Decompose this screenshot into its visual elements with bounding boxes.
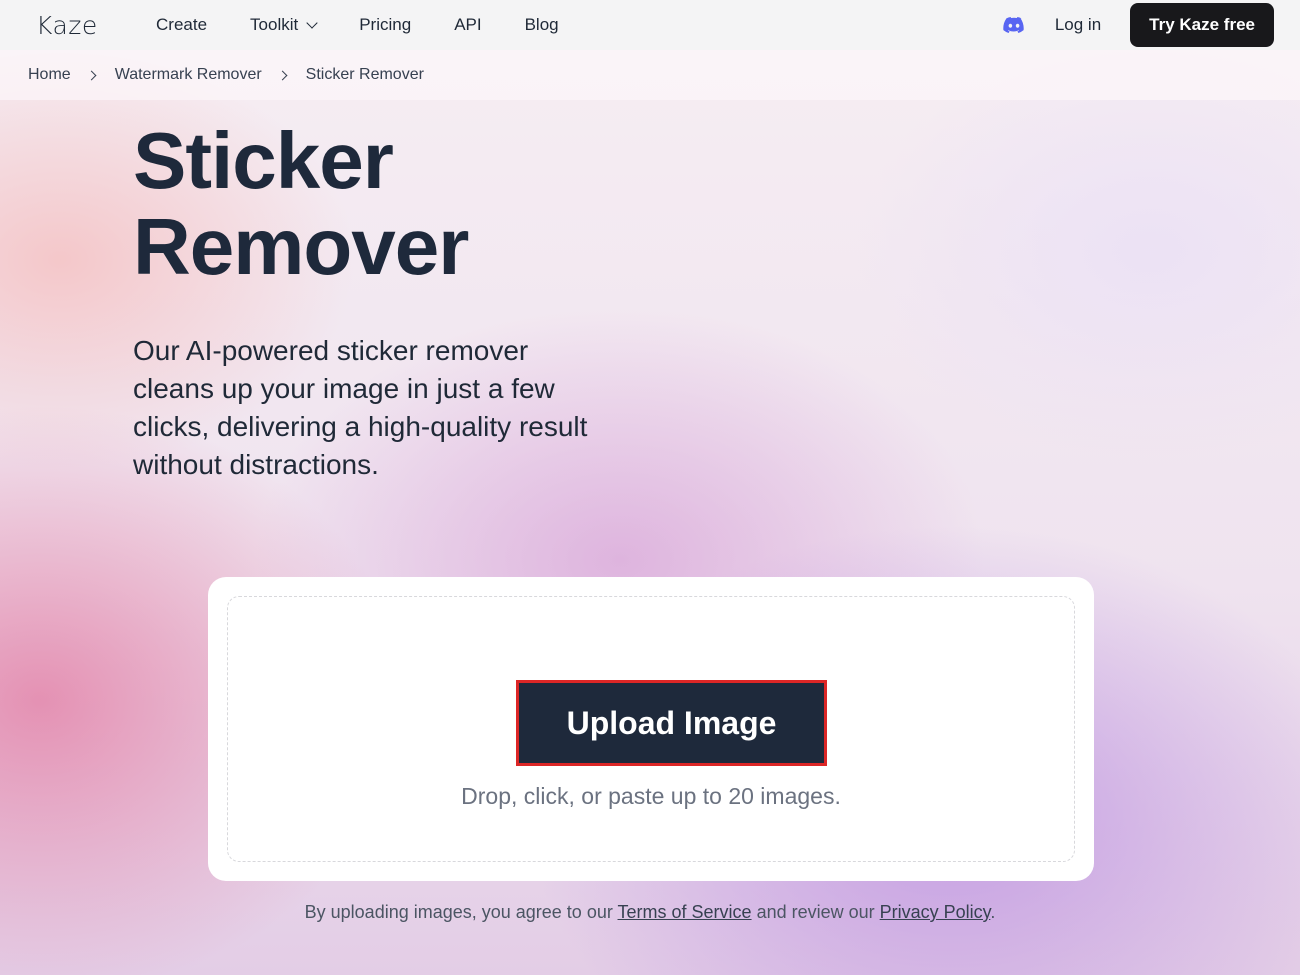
nav-link-toolkit[interactable]: Toolkit: [250, 15, 318, 35]
breadcrumb-home[interactable]: Home: [28, 66, 71, 84]
try-kaze-free-button[interactable]: Try Kaze free: [1130, 3, 1274, 47]
legal-notice: By uploading images, you agree to our Te…: [0, 902, 1300, 923]
privacy-policy-link[interactable]: Privacy Policy: [880, 902, 991, 922]
breadcrumb: Home Watermark Remover Sticker Remover: [0, 50, 1300, 100]
nav-link-blog[interactable]: Blog: [525, 15, 559, 35]
upload-hint: Drop, click, or paste up to 20 images.: [461, 783, 841, 809]
upload-image-button[interactable]: Upload Image: [516, 680, 827, 766]
login-link[interactable]: Log in: [1055, 15, 1101, 35]
breadcrumb-current: Sticker Remover: [305, 66, 424, 83]
legal-suffix: .: [990, 902, 996, 922]
nav-link-pricing[interactable]: Pricing: [359, 15, 411, 35]
nav-right: Log in Try Kaze free: [1003, 3, 1274, 47]
chevron-right-icon: [277, 70, 288, 80]
nav-link-api[interactable]: API: [454, 15, 481, 35]
page-description: Our AI-powered sticker remover cleans up…: [133, 335, 588, 480]
chevron-down-icon: [306, 16, 318, 29]
nav-link-create[interactable]: Create: [156, 15, 207, 35]
breadcrumb-watermark-remover[interactable]: Watermark Remover: [115, 66, 262, 84]
chevron-right-icon: [86, 70, 97, 80]
nav-link-toolkit-label: Toolkit: [250, 15, 299, 34]
upload-card: Upload Image Drop, click, or paste up to…: [208, 577, 1094, 881]
legal-middle: and review our: [751, 902, 880, 922]
nav-links: Create Toolkit Pricing API Blog: [156, 15, 602, 35]
terms-of-service-link[interactable]: Terms of Service: [618, 902, 752, 922]
kaze-logo[interactable]: Kaze: [36, 11, 156, 40]
upload-dropzone[interactable]: Upload Image Drop, click, or paste up to…: [227, 596, 1075, 862]
discord-icon[interactable]: [1003, 17, 1025, 33]
top-navigation: Kaze Create Toolkit Pricing API Blog Log…: [0, 0, 1300, 50]
legal-prefix: By uploading images, you agree to our: [304, 902, 618, 922]
page-title: Sticker Remover: [133, 116, 469, 291]
